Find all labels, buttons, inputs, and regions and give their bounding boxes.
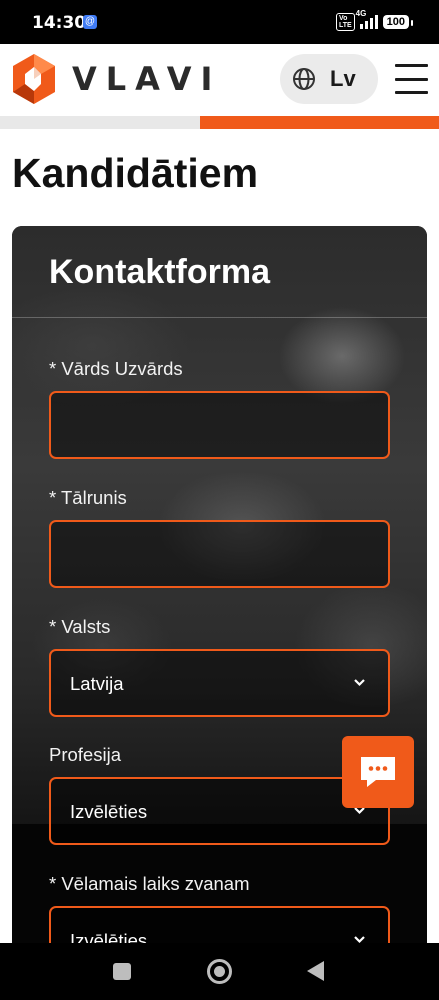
country-field-label: * Valsts	[49, 616, 111, 637]
page-title: Kandidātiem	[12, 150, 259, 196]
battery-icon: 100	[382, 15, 414, 29]
phone-field-label: * Tālrunis	[49, 487, 127, 508]
form-title: Kontaktforma	[49, 253, 271, 291]
profession-select[interactable]: Izvēlēties	[49, 777, 390, 845]
system-navigation-bar	[0, 943, 439, 1000]
name-input[interactable]	[49, 391, 390, 459]
profession-field-label: Profesija	[49, 744, 121, 765]
profession-select-value: Izvēlēties	[70, 801, 148, 822]
logo-wordmark[interactable]: VLAVI	[72, 60, 221, 98]
chat-button[interactable]	[342, 736, 414, 808]
name-field-label: * Vārds Uzvārds	[49, 358, 183, 379]
language-label: Lv	[330, 66, 356, 91]
notification-app-icon: @	[83, 15, 97, 29]
network-type: 4G	[355, 9, 367, 18]
volte-icon: Vo LTE	[335, 13, 355, 31]
back-icon[interactable]	[307, 961, 324, 981]
chat-bubble-icon	[361, 757, 395, 787]
country-select-value: Latvija	[70, 673, 124, 694]
language-switcher[interactable]: Lv	[280, 54, 378, 104]
status-indicators: Vo LTE 4G 100	[335, 9, 414, 31]
chevron-down-icon	[354, 679, 365, 687]
status-time: 14:30	[32, 13, 87, 33]
globe-icon	[293, 68, 315, 90]
home-icon[interactable]	[207, 959, 232, 984]
vlavi-logo-icon[interactable]	[11, 53, 57, 105]
form-divider	[12, 317, 427, 318]
progress-fill	[199, 116, 439, 129]
contact-form-card: Kontaktforma * Vārds Uzvārds * Tālrunis …	[12, 226, 427, 986]
progress-bar	[0, 116, 439, 129]
call-time-field-label: * Vēlamais laiks zvanam	[49, 873, 250, 894]
phone-input[interactable]	[49, 520, 390, 588]
signal-icon: 4G	[356, 9, 378, 29]
hamburger-menu-icon[interactable]	[395, 64, 428, 94]
site-header: VLAVI Lv	[0, 44, 439, 116]
recent-apps-icon[interactable]	[113, 963, 131, 980]
status-bar: 14:30 @ Vo LTE 4G 100	[0, 0, 439, 44]
country-select[interactable]: Latvija	[49, 649, 390, 717]
